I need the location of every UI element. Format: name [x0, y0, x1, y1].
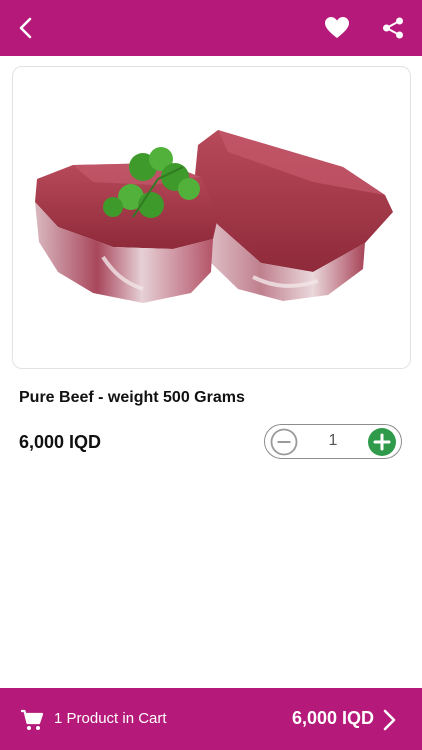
product-image-card [12, 66, 411, 369]
cart-bar[interactable]: 1 Product in Cart 6,000 IQD [0, 688, 422, 750]
heart-icon [325, 17, 349, 38]
quantity-value[interactable]: 1 [315, 425, 351, 457]
plus-circle-icon [368, 428, 396, 456]
minus-circle-icon [270, 428, 298, 456]
quantity-stepper: 1 [264, 424, 402, 459]
increase-quantity-button[interactable] [368, 428, 396, 456]
product-image [35, 130, 393, 303]
app-header [0, 0, 422, 56]
chevron-right-icon [383, 709, 396, 731]
product-title: Pure Beef - weight 500 Grams [19, 389, 245, 406]
cart-total: 6,000 IQD [291, 708, 374, 728]
back-button[interactable] [6, 8, 46, 48]
cart-count-text: 1 Product in Cart [54, 710, 167, 727]
share-button[interactable] [373, 8, 413, 48]
product-price: 6,000 IQD [19, 432, 102, 452]
cart-icon [21, 709, 44, 730]
chevron-left-icon [19, 17, 32, 39]
share-icon [383, 17, 403, 39]
product-detail-screen: Pure Beef - weight 500 Grams 6,000 IQD 1… [0, 0, 422, 750]
favorite-button[interactable] [317, 8, 357, 48]
decrease-quantity-button[interactable] [270, 428, 298, 456]
